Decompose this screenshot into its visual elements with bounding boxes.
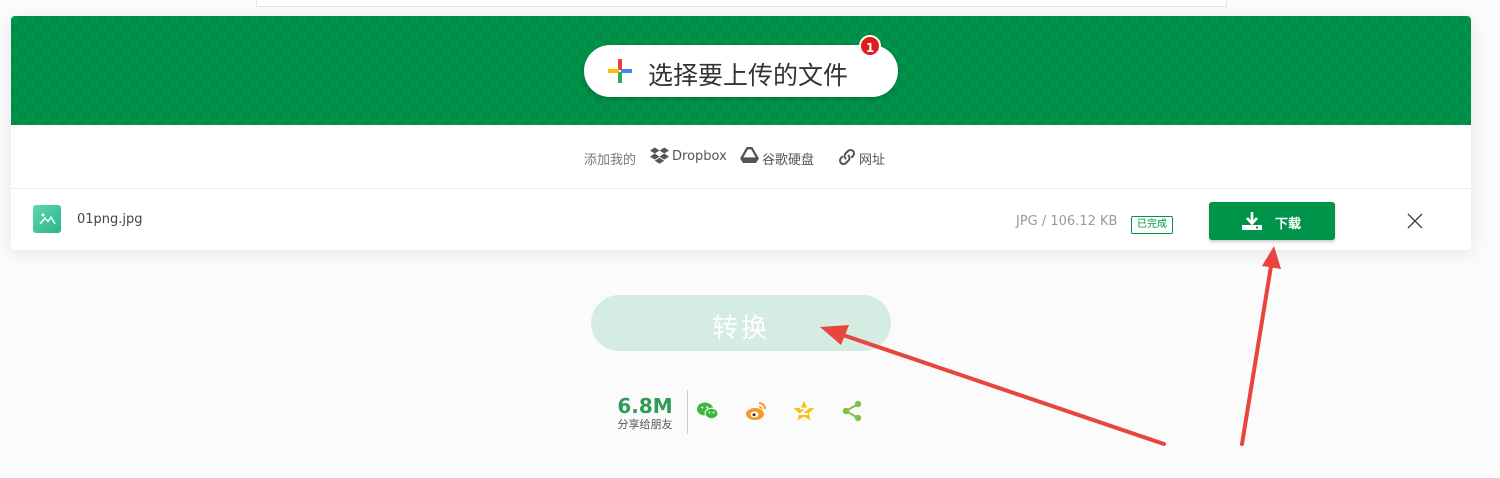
share-label: 分享给朋友: [617, 418, 673, 431]
file-thumbnail: [33, 205, 61, 233]
upload-card: 选择要上传的文件 1 添加我的 Dropbox 谷歌硬盘 网址 01png.jp…: [11, 16, 1471, 250]
dropbox-icon: [650, 147, 669, 164]
file-name: 01png.jpg: [77, 212, 143, 227]
share-counter: 6.8M 分享给朋友: [612, 394, 678, 432]
top-panel-edge: [256, 0, 1227, 7]
share-icon[interactable]: [840, 399, 864, 423]
arrow-to-download: [1240, 246, 1281, 446]
qzone-icon[interactable]: [792, 399, 816, 423]
source-dropbox-label: Dropbox: [672, 149, 727, 164]
plus-icon: [608, 59, 632, 83]
share-count: 6.8M: [617, 394, 673, 418]
image-icon: [39, 213, 56, 225]
weibo-icon[interactable]: [744, 399, 768, 423]
choose-file-label: 选择要上传的文件: [648, 61, 849, 90]
google-drive-icon: [740, 147, 759, 164]
share-divider: [687, 390, 688, 434]
download-icon: [1242, 212, 1262, 230]
source-google-drive-label: 谷歌硬盘: [762, 153, 815, 168]
file-meta: JPG / 106.12 KB: [1016, 214, 1118, 229]
status-badge: 已完成: [1131, 216, 1173, 234]
file-count-badge: 1: [859, 35, 881, 57]
upload-hero: 选择要上传的文件 1: [11, 16, 1471, 125]
close-icon[interactable]: [1407, 213, 1423, 229]
convert-label: 转换: [711, 314, 770, 344]
source-url-label: 网址: [859, 153, 886, 168]
wechat-icon[interactable]: [696, 399, 720, 423]
choose-file-button[interactable]: 选择要上传的文件: [584, 45, 898, 97]
source-bar: 添加我的 Dropbox 谷歌硬盘 网址: [11, 125, 1471, 189]
convert-button[interactable]: 转换: [591, 295, 891, 351]
file-row: 01png.jpg JPG / 106.12 KB 已完成 下载: [11, 189, 1471, 250]
download-button[interactable]: 下载: [1209, 202, 1335, 240]
download-label: 下载: [1275, 217, 1302, 232]
source-prefix: 添加我的: [584, 153, 637, 168]
link-icon: [838, 148, 856, 166]
